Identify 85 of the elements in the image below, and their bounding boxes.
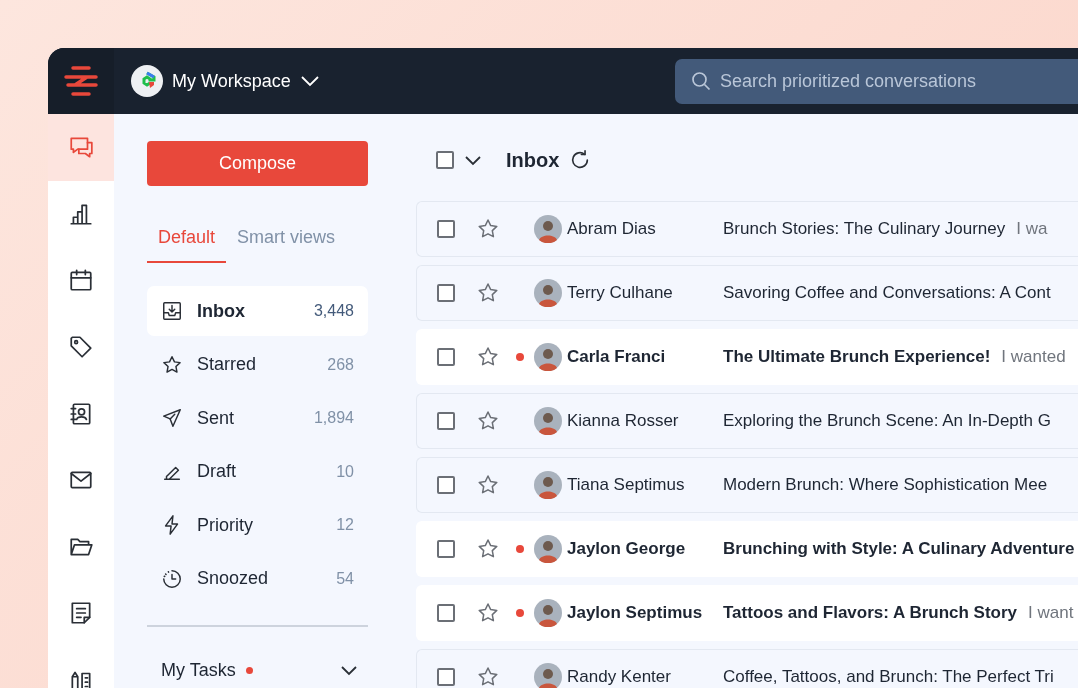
- avatar-icon: [534, 471, 562, 499]
- logo-icon[interactable]: [63, 65, 99, 97]
- search-icon: [691, 70, 711, 91]
- avatar-icon: [534, 407, 562, 435]
- preview-text: I want: [1028, 602, 1074, 625]
- send-icon: [161, 407, 183, 429]
- subject-text: The Ultimate Brunch Experience!: [723, 346, 991, 369]
- preview-text: I wanted: [1001, 346, 1066, 369]
- sender-name: Terry Culhane: [567, 282, 674, 305]
- subject-text: Savoring Coffee and Conversations: A Cont: [723, 282, 1051, 305]
- sender-name: Jaylon George: [567, 538, 687, 561]
- message-row[interactable]: Carla Franci The Ultimate Brunch Experience! I wanted: [416, 329, 1078, 385]
- view-tab[interactable]: Default: [147, 213, 227, 263]
- sender-name: Randy Kenter: [567, 666, 672, 688]
- folder-label: Starred: [197, 353, 257, 376]
- folder-count: 10: [336, 461, 354, 482]
- my-tasks-label[interactable]: My Tasks: [161, 657, 236, 684]
- message-row[interactable]: Jaylon George Brunching with Style: A Culinary Adventure: [416, 521, 1078, 577]
- star-icon: [161, 353, 183, 376]
- checkbox[interactable]: [437, 220, 455, 238]
- sender-name: Kianna Rosser: [567, 410, 680, 433]
- unread-dot: [516, 353, 524, 361]
- note-icon: [68, 600, 94, 627]
- subject-text: Tattoos and Flavors: A Brunch Story: [723, 602, 1018, 625]
- folder-count: 54: [336, 568, 354, 589]
- message-row[interactable]: Tiana Septimus Modern Brunch: Where Sophistication Mee: [416, 457, 1078, 513]
- checkbox[interactable]: [437, 348, 455, 366]
- unread-dot: [516, 545, 524, 553]
- folder-item[interactable]: Starred 268: [147, 339, 368, 390]
- folder-label: Sent: [197, 406, 235, 430]
- folder-label: Inbox: [197, 299, 245, 323]
- folder-count: 1,894: [313, 408, 354, 428]
- message-row[interactable]: Abram Dias Brunch Stories: The Culinary Journey I wa: [416, 201, 1078, 257]
- workspace-logo-icon: [131, 65, 163, 97]
- chevron-down-icon[interactable]: [464, 154, 482, 166]
- sender-name: Tiana Septimus: [567, 474, 686, 497]
- checkbox[interactable]: [437, 284, 455, 302]
- message-row[interactable]: Randy Kenter Coffee, Tattoos, and Brunch: The Perfect Tri: [416, 649, 1078, 688]
- subject-text: Coffee, Tattoos, and Brunch: The Perfect Tri: [723, 666, 1054, 688]
- checkbox[interactable]: [437, 540, 455, 558]
- folder-item[interactable]: Inbox 3,448: [147, 286, 368, 336]
- folder-label: Draft: [197, 460, 236, 483]
- folder-item[interactable]: Priority 12: [147, 500, 368, 550]
- avatar-icon: [534, 599, 562, 627]
- subject-text: Exploring the Brunch Scene: An In-Depth G: [723, 410, 1051, 433]
- checkbox[interactable]: [437, 476, 455, 494]
- avatar-icon: [534, 535, 562, 563]
- checkbox[interactable]: [436, 151, 454, 169]
- avatar-icon: [534, 343, 562, 371]
- preview-text: I wa: [1016, 218, 1048, 241]
- folder-item[interactable]: Draft 10: [147, 446, 368, 497]
- chevron-down-icon[interactable]: [340, 665, 358, 676]
- list-title: Inbox: [506, 148, 560, 173]
- checkbox[interactable]: [437, 604, 455, 622]
- sender-name: Carla Franci: [567, 346, 667, 369]
- subject-text: Modern Brunch: Where Sophistication Mee: [723, 474, 1048, 497]
- calendar-icon: [68, 267, 94, 294]
- clock-icon: [161, 567, 183, 590]
- avatar-icon: [534, 663, 562, 688]
- folder-item[interactable]: Snoozed 54: [147, 553, 368, 604]
- message-row[interactable]: Terry Culhane Savoring Coffee and Conversations: A Cont: [416, 265, 1078, 321]
- contacts-icon: [68, 400, 94, 427]
- subject-text: Brunching with Style: A Culinary Adventure: [723, 538, 1075, 561]
- message-row[interactable]: Kianna Rosser Exploring the Brunch Scene: An In-Depth G: [416, 393, 1078, 449]
- chat-icon: [68, 134, 94, 161]
- folder-label: Snoozed: [197, 567, 269, 590]
- star-icon[interactable]: [476, 665, 500, 688]
- folder-label: Priority: [197, 513, 253, 537]
- checkbox[interactable]: [437, 668, 455, 686]
- folder-count: 3,448: [313, 301, 354, 321]
- folder-item[interactable]: Sent 1,894: [147, 393, 368, 443]
- sender-name: Jaylon Septimus: [567, 602, 704, 625]
- avatar-icon: [534, 215, 562, 243]
- compose-button[interactable]: Compose: [147, 141, 368, 186]
- search-field[interactable]: Search prioritized conversations: [675, 58, 1078, 104]
- sender-name: Abram Dias: [567, 218, 657, 241]
- message-row[interactable]: Jaylon Septimus Tattoos and Flavors: A Brunch Story I want: [416, 585, 1078, 641]
- checkbox[interactable]: [437, 412, 455, 430]
- folder-count: 268: [327, 354, 354, 375]
- subject-text: Brunch Stories: The Culinary Journey: [723, 218, 1006, 241]
- inbox-icon: [161, 300, 183, 322]
- avatar-icon: [534, 279, 562, 307]
- unread-dot: [516, 609, 524, 617]
- workspace-name[interactable]: My Workspace: [172, 67, 291, 95]
- folder-count: 12: [336, 515, 354, 535]
